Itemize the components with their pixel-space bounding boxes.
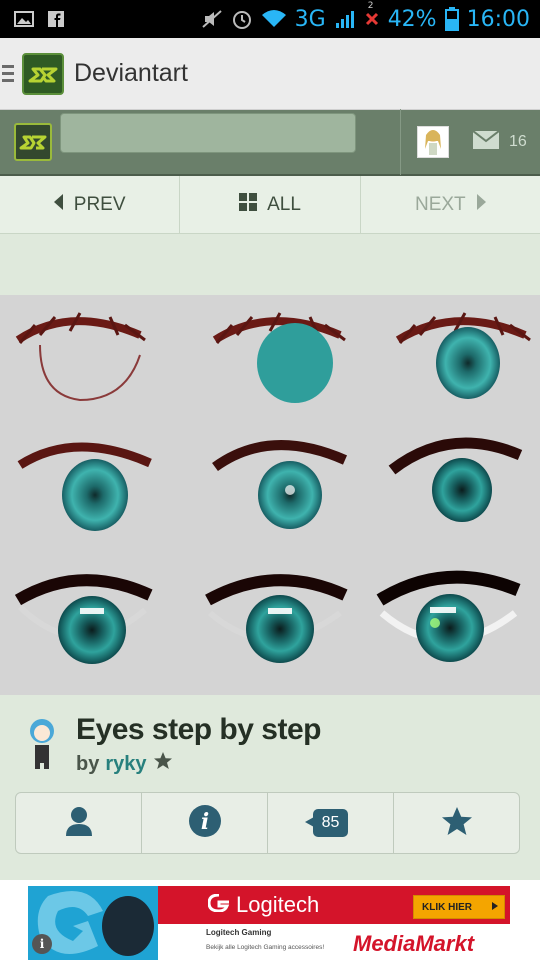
wifi-icon bbox=[261, 9, 287, 29]
ad-line2: Bekijk alle Logitech Gaming accessoires! bbox=[206, 944, 325, 951]
eye-step-6 bbox=[388, 437, 523, 522]
alarm-icon bbox=[231, 8, 253, 30]
network-type: 3G bbox=[294, 6, 326, 32]
star-icon bbox=[441, 806, 473, 841]
prev-button[interactable]: PREV bbox=[0, 176, 181, 233]
ad-info-icon[interactable]: i bbox=[32, 934, 52, 954]
star-icon bbox=[153, 751, 173, 777]
eye-step-4 bbox=[17, 442, 152, 531]
deviantart-home-icon[interactable] bbox=[14, 123, 52, 161]
mute-icon bbox=[201, 9, 223, 29]
next-label: NEXT bbox=[414, 193, 466, 215]
deviation-nav: PREV ALL NEXT bbox=[0, 176, 540, 234]
artwork-title: Eyes step by step bbox=[76, 713, 321, 746]
facebook-icon bbox=[48, 11, 64, 27]
eye-step-1 bbox=[15, 312, 146, 402]
search-input[interactable] bbox=[60, 113, 356, 153]
ad-retailer: MediaMarkt bbox=[353, 931, 475, 956]
app-title: Deviantart bbox=[74, 59, 188, 87]
eye-step-9 bbox=[376, 570, 521, 662]
arrow-right-icon bbox=[492, 901, 498, 913]
ad-banner-container: Logitech KLIK HIER Logitech Gaming Bekij… bbox=[0, 880, 540, 960]
message-count: 16 bbox=[509, 133, 527, 150]
gallery-icon bbox=[14, 11, 34, 27]
author-name-link[interactable]: ryky bbox=[105, 753, 146, 776]
all-button[interactable]: ALL bbox=[180, 176, 361, 233]
comments-button[interactable]: 85 bbox=[268, 793, 394, 853]
author-avatar[interactable] bbox=[22, 717, 62, 769]
comment-count: 85 bbox=[304, 809, 349, 837]
by-label: by bbox=[76, 752, 100, 775]
grid-icon bbox=[239, 192, 258, 217]
person-icon bbox=[65, 806, 93, 841]
eye-step-3 bbox=[395, 312, 531, 399]
ad-cta-button[interactable]: KLIK HIER bbox=[413, 895, 505, 919]
ad-banner[interactable]: Logitech KLIK HIER Logitech Gaming Bekij… bbox=[28, 886, 510, 960]
signal-icon bbox=[334, 9, 356, 29]
battery-percent: 42% bbox=[387, 6, 437, 32]
ad-brand: Logitech bbox=[207, 892, 320, 918]
no-sim-icon: 2 bbox=[364, 1, 380, 27]
user-avatar[interactable] bbox=[417, 126, 449, 158]
ad-line1: Logitech Gaming bbox=[206, 928, 272, 937]
info-button[interactable]: i bbox=[142, 793, 268, 853]
app-bar: Deviantart bbox=[0, 38, 540, 110]
battery-icon bbox=[444, 7, 459, 31]
artwork-image[interactable] bbox=[0, 295, 540, 695]
messages-button[interactable]: 16 bbox=[472, 129, 527, 154]
action-bar: i 85 bbox=[15, 792, 520, 854]
site-toolbar: 16 bbox=[0, 109, 540, 176]
ad-cta-label: KLIK HIER bbox=[422, 901, 472, 913]
chevron-left-icon bbox=[53, 193, 64, 216]
mail-icon bbox=[472, 129, 500, 154]
svg-text:i: i bbox=[200, 809, 208, 835]
prev-label: PREV bbox=[73, 193, 126, 215]
all-label: ALL bbox=[267, 193, 301, 215]
author-line: by ryky bbox=[76, 751, 173, 777]
eye-step-8 bbox=[205, 574, 348, 663]
eye-step-7 bbox=[14, 574, 153, 664]
chevron-right-icon bbox=[476, 193, 486, 216]
toolbar-divider bbox=[400, 109, 401, 175]
profile-button[interactable] bbox=[16, 793, 142, 853]
deviation-info: Eyes step by step by ryky i 85 bbox=[0, 695, 540, 880]
notification-count: 2 bbox=[367, 1, 374, 11]
logitech-g-icon bbox=[207, 892, 230, 918]
eye-step-2 bbox=[212, 312, 346, 403]
deviantart-logo-icon[interactable] bbox=[22, 52, 64, 95]
ad-brand-name: Logitech bbox=[236, 892, 320, 917]
next-button[interactable]: NEXT bbox=[361, 176, 540, 233]
info-icon: i bbox=[188, 804, 222, 843]
status-bar: 3G 2 42% 16:00 bbox=[0, 0, 540, 38]
menu-icon[interactable] bbox=[0, 65, 14, 82]
clock: 16:00 bbox=[466, 6, 530, 32]
eye-step-5 bbox=[212, 440, 348, 529]
favorite-button[interactable] bbox=[394, 793, 519, 853]
